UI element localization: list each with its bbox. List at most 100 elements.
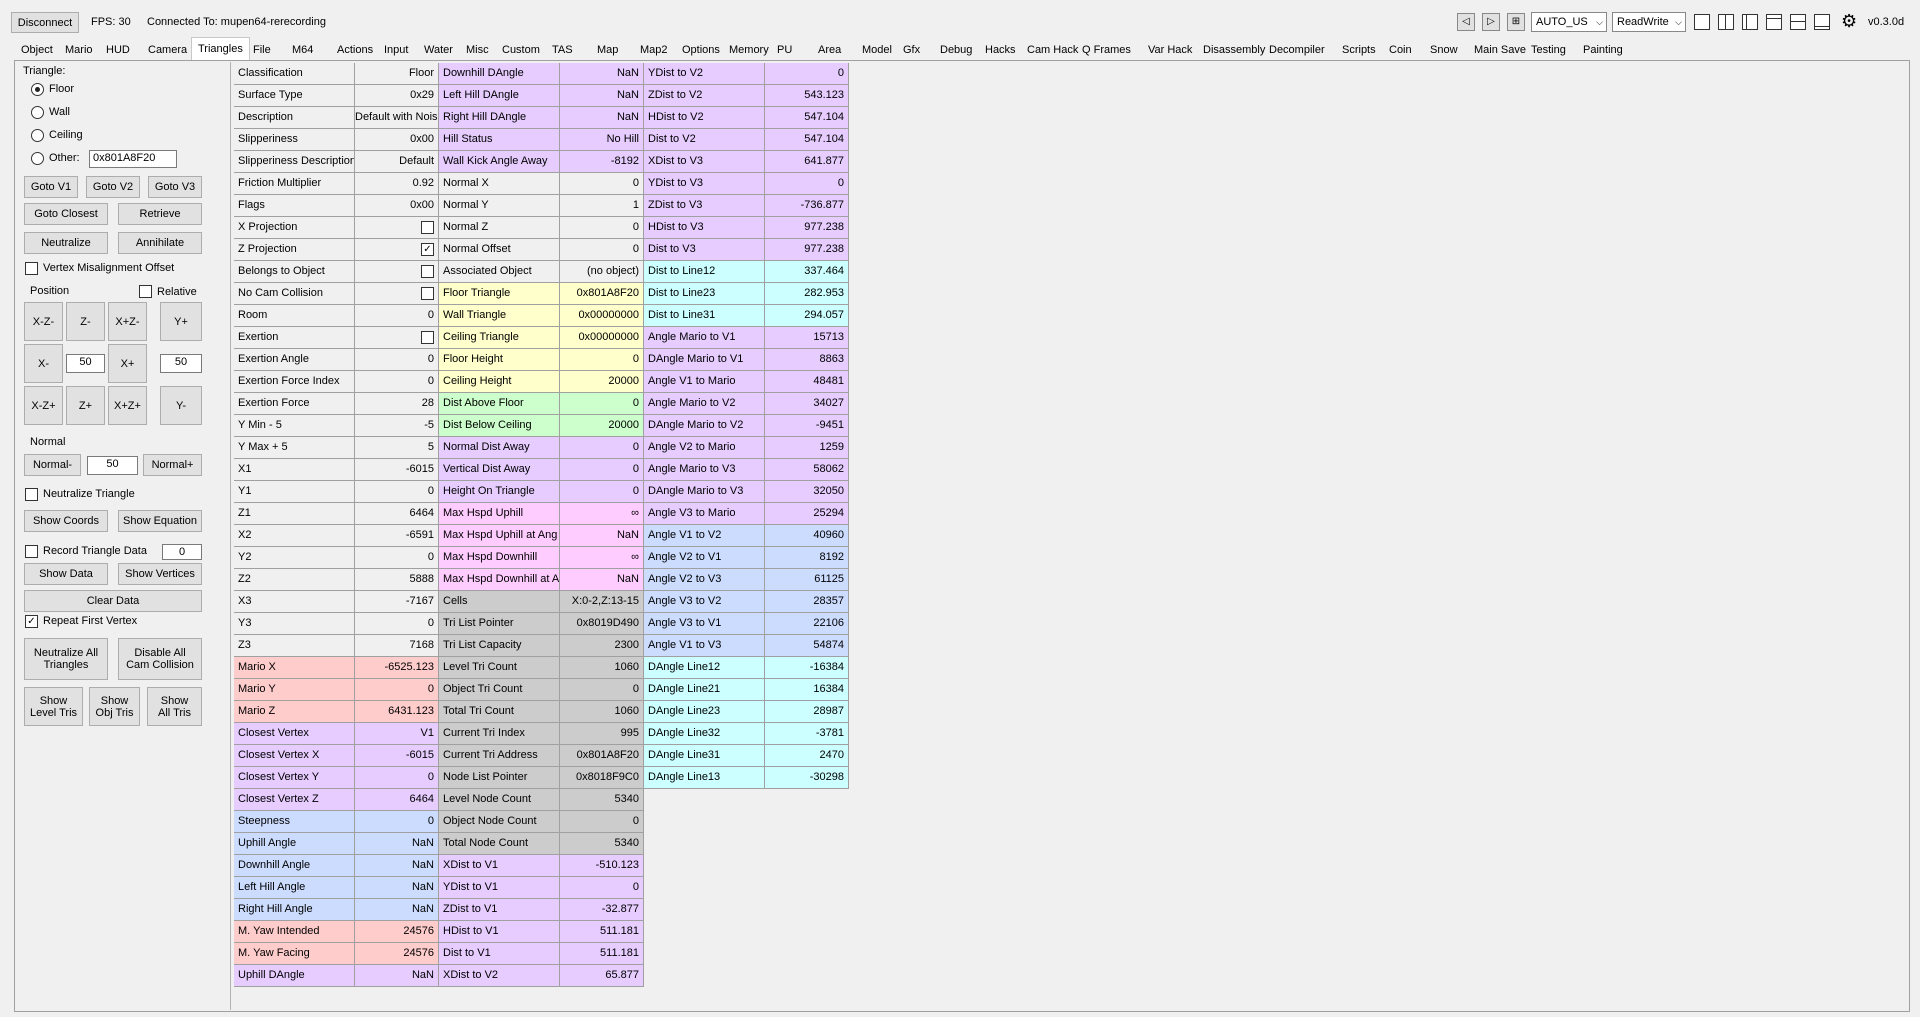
var-value[interactable]: 0 [355, 305, 438, 326]
var-value[interactable]: 8863 [765, 349, 848, 370]
var-row[interactable]: Max Hspd Uphill at Ang NaN [439, 525, 644, 547]
var-value[interactable]: -5 [355, 415, 438, 436]
var-value[interactable]: 6464 [355, 503, 438, 524]
var-value[interactable]: 337.464 [765, 261, 848, 282]
var-row[interactable]: Current Tri Address 0x801A8F20 [439, 745, 644, 767]
tab-model[interactable]: Model [856, 40, 898, 60]
var-row[interactable]: Downhill DAngle NaN [439, 63, 644, 85]
var-row[interactable]: Dist Below Ceiling 20000 [439, 415, 644, 437]
var-row[interactable]: Max Hspd Downhill at Ar NaN [439, 569, 644, 591]
var-row[interactable]: Ceiling Triangle 0x00000000 [439, 327, 644, 349]
var-value[interactable]: 1060 [560, 701, 643, 722]
var-row[interactable]: Right Hill DAngle NaN [439, 107, 644, 129]
var-row[interactable]: Object Node Count 0 [439, 811, 644, 833]
var-row[interactable]: Angle Mario to V3 58062 [644, 459, 849, 481]
var-row[interactable]: HDist to V2 547.104 [644, 107, 849, 129]
var-value[interactable]: 0x00 [355, 129, 438, 150]
var-row[interactable]: Floor Triangle 0x801A8F20 [439, 283, 644, 305]
var-value[interactable]: Default [355, 151, 438, 172]
var-value[interactable]: -6591 [355, 525, 438, 546]
var-row[interactable]: Normal Dist Away 0 [439, 437, 644, 459]
var-row[interactable]: Uphill DAngle NaN [234, 965, 439, 987]
var-checkbox[interactable] [421, 265, 434, 278]
var-checkbox[interactable] [421, 221, 434, 234]
var-value[interactable]: NaN [560, 525, 643, 546]
var-value[interactable]: 5888 [355, 569, 438, 590]
var-value[interactable]: Floor [355, 63, 438, 84]
var-value[interactable]: 0x8018F9C0 [560, 767, 643, 788]
add-frame-icon[interactable]: ⊞ [1507, 13, 1525, 31]
var-row[interactable]: Belongs to Object [234, 261, 439, 283]
tab-custom[interactable]: Custom [496, 40, 546, 60]
var-value[interactable]: 7168 [355, 635, 438, 656]
clear-data-button[interactable]: Clear Data [24, 590, 202, 612]
layout-double-vertical-icon[interactable] [1718, 14, 1734, 30]
var-value[interactable]: 282.953 [765, 283, 848, 304]
tab-debug[interactable]: Debug [934, 40, 978, 60]
xz-step-input[interactable]: 50 [66, 354, 105, 373]
move-zminus-button[interactable]: Z- [66, 302, 105, 341]
var-row[interactable]: Normal X0 [439, 173, 644, 195]
var-value[interactable]: 5 [355, 437, 438, 458]
normal-plus-button[interactable]: Normal+ [143, 454, 202, 476]
var-row[interactable]: Mario Z 6431.123 [234, 701, 439, 723]
var-row[interactable]: XDist to V1 -510.123 [439, 855, 644, 877]
var-value[interactable]: 6464 [355, 789, 438, 810]
var-checkbox[interactable] [421, 331, 434, 344]
goto-v2-button[interactable]: Goto V2 [86, 176, 140, 198]
var-value[interactable]: 0 [560, 437, 643, 458]
var-row[interactable]: Exertion Angle 0 [234, 349, 439, 371]
var-value[interactable]: NaN [355, 877, 438, 898]
var-value[interactable]: 0x00 [355, 195, 438, 216]
goto-v1-button[interactable]: Goto V1 [24, 176, 78, 198]
var-row[interactable]: YDist to V1 0 [439, 877, 644, 899]
tab-tas[interactable]: TAS [546, 40, 579, 60]
var-row[interactable]: Wall Triangle 0x00000000 [439, 305, 644, 327]
var-row[interactable]: Dist to V1 511.181 [439, 943, 644, 965]
tab-m64[interactable]: M64 [286, 40, 319, 60]
var-row[interactable]: Right Hill Angle NaN [234, 899, 439, 921]
var-value[interactable]: 0.92 [355, 173, 438, 194]
neutralize-button[interactable]: Neutralize [24, 232, 108, 254]
var-value[interactable]: 543.123 [765, 85, 848, 106]
tab-area[interactable]: Area [812, 40, 847, 60]
tab-map[interactable]: Map [591, 40, 624, 60]
var-value[interactable]: 0x29 [355, 85, 438, 106]
move-yplus-button[interactable]: Y+ [160, 302, 202, 341]
var-value[interactable]: 25294 [765, 503, 848, 524]
tab-snow[interactable]: Snow [1424, 40, 1464, 60]
var-row[interactable]: X Projection [234, 217, 439, 239]
var-value[interactable]: -30298 [765, 767, 848, 788]
var-value[interactable]: 58062 [765, 459, 848, 480]
var-row[interactable]: Left Hill Angle NaN [234, 877, 439, 899]
vertex-misalignment-checkbox[interactable] [25, 262, 38, 275]
var-row[interactable]: Room 0 [234, 305, 439, 327]
tab-actions[interactable]: Actions [331, 40, 379, 60]
var-row[interactable]: X3 -7167 [234, 591, 439, 613]
var-value[interactable]: -510.123 [560, 855, 643, 876]
var-row[interactable]: Left Hill DAngle NaN [439, 85, 644, 107]
var-row[interactable]: Mario Y0 [234, 679, 439, 701]
var-value[interactable]: 8192 [765, 547, 848, 568]
var-value[interactable]: 0 [560, 393, 643, 414]
var-value[interactable]: 0x00000000 [560, 305, 643, 326]
var-value[interactable]: 48481 [765, 371, 848, 392]
var-value[interactable]: V1 [355, 723, 438, 744]
var-row[interactable]: Mario X -6525.123 [234, 657, 439, 679]
tab-options[interactable]: Options [676, 40, 726, 60]
var-row[interactable]: Z1 6464 [234, 503, 439, 525]
var-row[interactable]: DAngle Line23 28987 [644, 701, 849, 723]
move-xminus-zplus-button[interactable]: X-Z+ [24, 386, 63, 425]
radio-ceiling[interactable] [31, 129, 44, 142]
var-row[interactable]: Max Hspd Downhill ∞ [439, 547, 644, 569]
tab-file[interactable]: File [247, 40, 277, 60]
layout-split-horizontal-icon[interactable] [1790, 14, 1806, 30]
var-value[interactable]: 547.104 [765, 107, 848, 128]
var-row[interactable]: DAngle Mario to V1 8863 [644, 349, 849, 371]
step-forward-icon[interactable]: ▷ [1482, 13, 1500, 31]
var-value[interactable]: 1060 [560, 657, 643, 678]
var-checkbox[interactable] [421, 287, 434, 300]
var-value[interactable]: ∞ [560, 547, 643, 568]
neutralize-all-triangles-button[interactable]: Neutralize All Triangles [24, 638, 108, 680]
var-row[interactable]: Hill Status No Hill [439, 129, 644, 151]
